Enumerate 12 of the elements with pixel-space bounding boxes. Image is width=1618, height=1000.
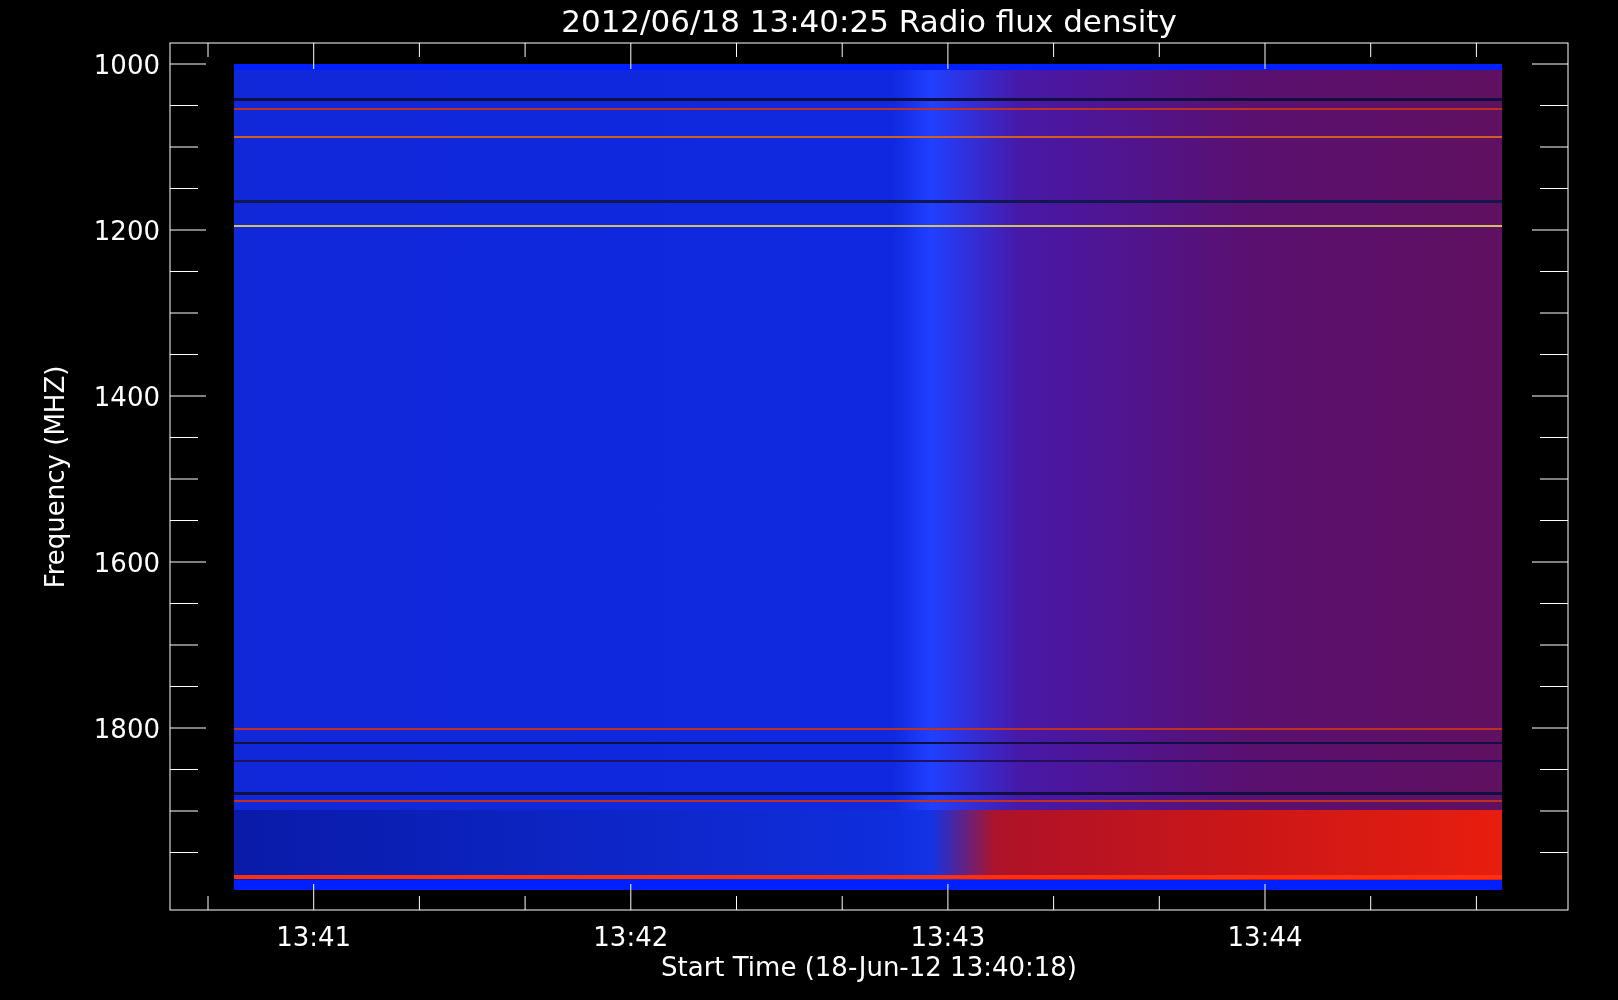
plot-title: 2012/06/18 13:40:25 Radio flux density: [561, 3, 1177, 39]
tick-label: 13:43: [910, 922, 986, 952]
tick-label: 1200: [93, 216, 160, 246]
tick-label: 1000: [93, 50, 160, 80]
tick-label: 13:44: [1227, 922, 1303, 952]
axis-label: Start Time (18-Jun-12 13:40:18): [661, 952, 1077, 982]
tick-label: 1400: [93, 382, 160, 412]
axis-label: Frequency (MHZ): [40, 365, 70, 589]
tick-label: 1600: [93, 548, 160, 578]
tick-label: 13:41: [276, 922, 352, 952]
tick-label: 13:42: [593, 922, 669, 952]
tick-label: 1800: [93, 714, 160, 744]
